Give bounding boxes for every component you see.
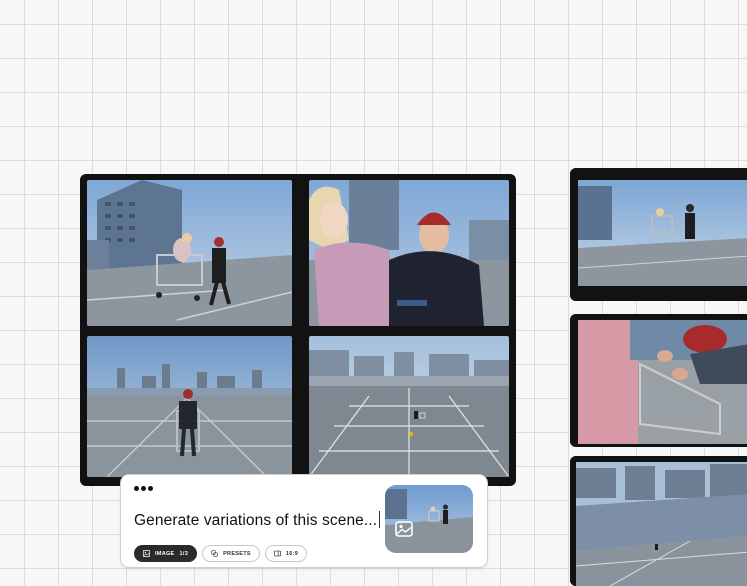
prompt-card[interactable]: Generate variations of this scene... IMA…	[120, 474, 488, 568]
image-icon	[395, 521, 413, 537]
aspect-ratio-icon	[273, 550, 281, 557]
prompt-text: Generate variations of this scene...	[134, 512, 378, 529]
presets-chip[interactable]: PRESETS	[202, 545, 260, 562]
aspect-ratio-chip-label: 16:9	[285, 550, 299, 557]
prompt-chips: IMAGE 1/3 PRESETS 16:9	[134, 545, 308, 562]
image-chip-label: IMAGE	[155, 550, 175, 557]
grid-image-closeup[interactable]	[309, 180, 509, 326]
grid-image-cart-ride[interactable]	[87, 180, 292, 326]
presets-icon	[211, 550, 218, 557]
main-image-grid[interactable]	[80, 174, 516, 486]
aspect-ratio-chip[interactable]: 16:9	[264, 545, 308, 562]
more-dots-icon[interactable]	[134, 486, 153, 491]
grid-image-rear-view[interactable]	[87, 336, 292, 477]
reference-image-thumbnail[interactable]	[385, 485, 473, 553]
presets-chip-label: PRESETS	[223, 550, 251, 557]
image-icon	[143, 550, 150, 557]
image-count-chip[interactable]: IMAGE 1/3	[134, 545, 198, 562]
grid-image-wide-rooftop[interactable]	[309, 336, 509, 477]
side-image-cart-closeup[interactable]	[570, 314, 747, 447]
text-caret	[379, 511, 381, 528]
prompt-input[interactable]: Generate variations of this scene...	[134, 511, 381, 530]
side-image-aerial-rooftop[interactable]	[570, 456, 747, 586]
image-chip-count: 1/3	[179, 550, 189, 557]
side-image-cart-ride[interactable]	[570, 168, 747, 301]
